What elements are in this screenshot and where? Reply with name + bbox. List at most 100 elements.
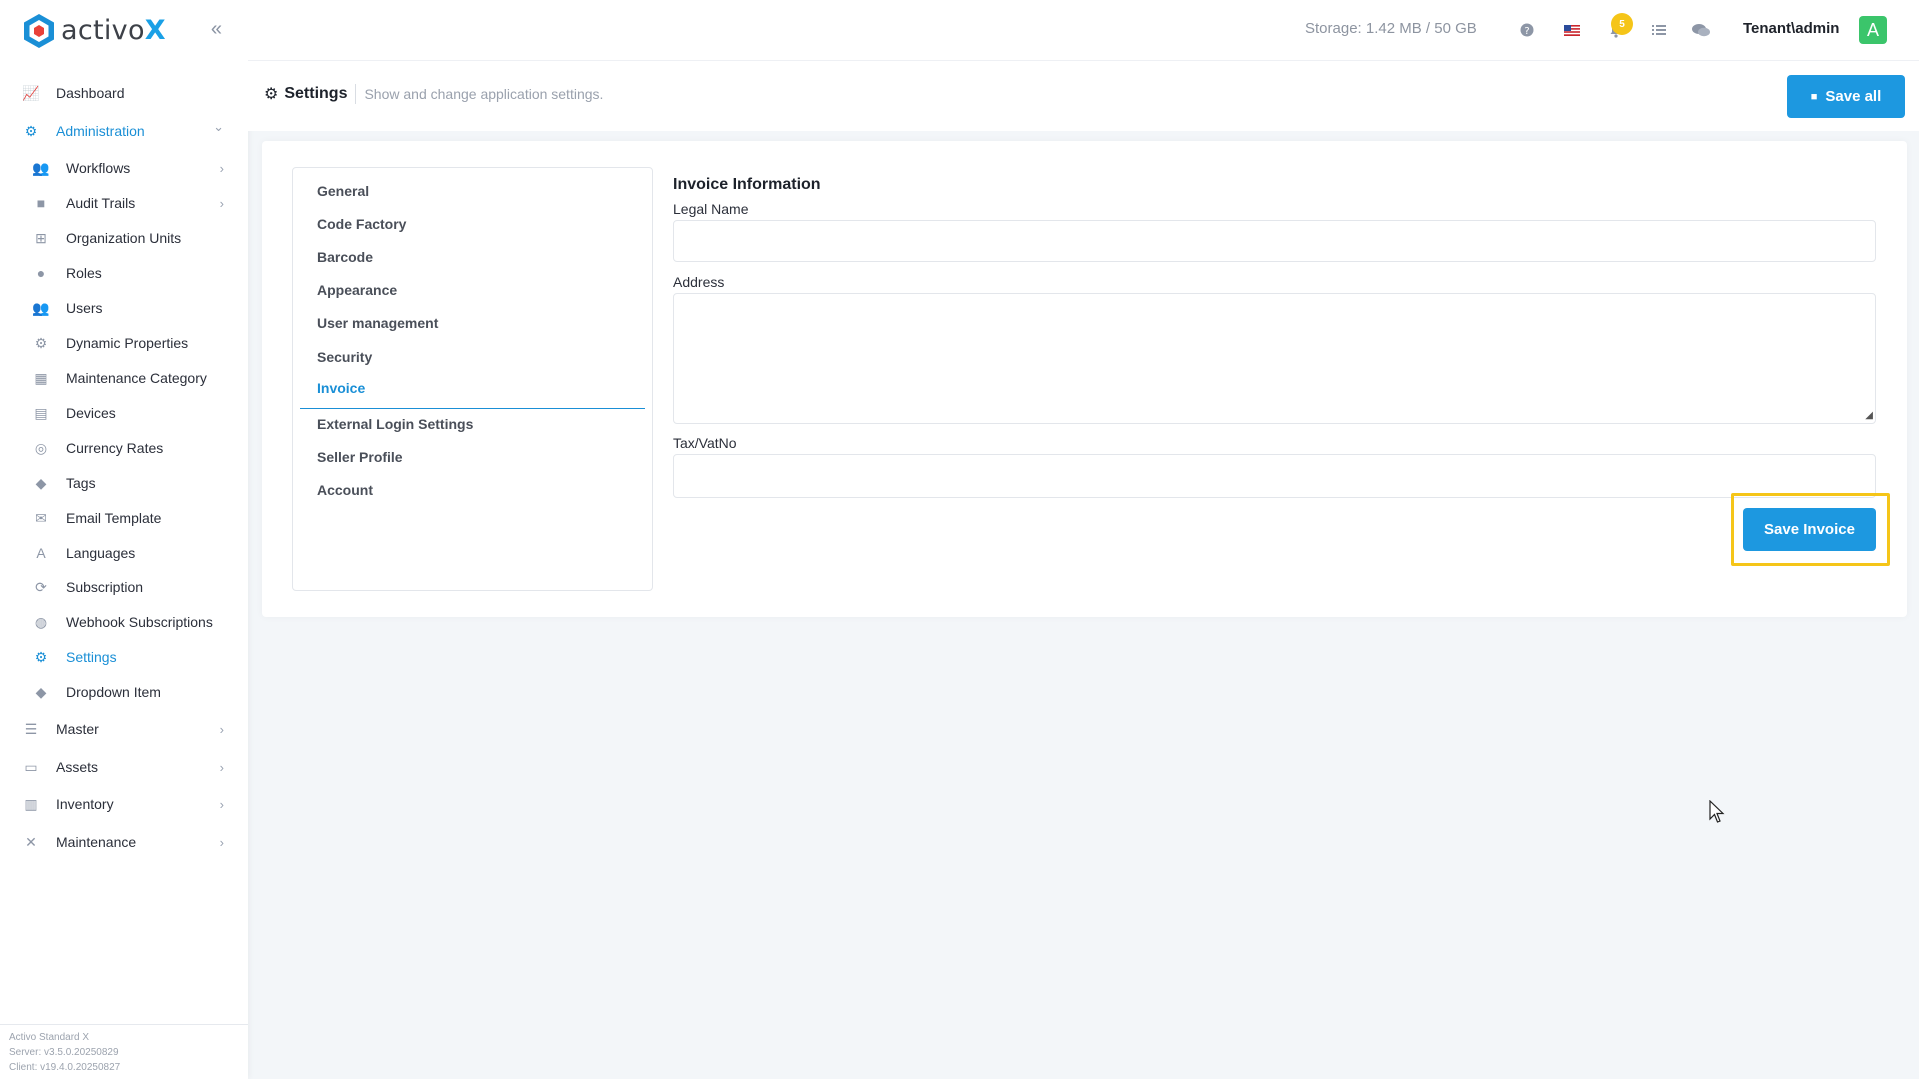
svg-text:?: ?	[1524, 26, 1529, 37]
tab-account[interactable]: Account	[300, 469, 645, 510]
sidebar-item-audit-trails[interactable]: ■ Audit Trails ›	[0, 188, 248, 218]
sidebar-item-email-template[interactable]: ✉ Email Template	[0, 503, 248, 533]
sidebar-item-label: Dashboard	[56, 85, 125, 101]
sidebar-item-master[interactable]: ☰ Master ›	[0, 714, 248, 744]
sidebar-item-label: Email Template	[66, 510, 162, 526]
sidebar-item-label: Assets	[56, 759, 99, 775]
settings-tabs: General Code Factory Barcode Appearance User…	[292, 167, 653, 591]
sidebar-item-assets[interactable]: ▭ Assets ›	[0, 752, 248, 782]
sidebar-item-label: Currency Rates	[66, 440, 164, 456]
sidebar-item-label: Dynamic Properties	[66, 335, 189, 351]
sidebar-item-maintenance[interactable]: ✕ Maintenance ›	[0, 827, 248, 857]
sidebar-item-label: Administration	[56, 123, 145, 139]
sidebar-item-dynamic-properties[interactable]: ⚙ Dynamic Properties	[0, 328, 248, 358]
sidebar-item-roles[interactable]: ● Roles	[0, 258, 248, 288]
title-separator	[355, 84, 357, 104]
sidebar-item-workflows[interactable]: 👥 Workflows ›	[0, 153, 248, 183]
envelope-icon: ✉	[35, 509, 47, 526]
sidebar-item-dashboard[interactable]: 📈 Dashboard	[0, 78, 248, 108]
cogs-icon: ⚙	[24, 122, 38, 139]
sidebar-item-label: Devices	[66, 405, 116, 421]
sidebar-item-administration[interactable]: ⚙ Administration ⌄	[0, 116, 248, 146]
sidebar-item-settings[interactable]: ⚙ Settings	[0, 642, 248, 672]
warehouse-icon: ▥	[24, 795, 38, 812]
settings-gear-icon: ⚙	[264, 86, 279, 103]
section-title: Invoice Information	[673, 176, 821, 193]
users-icon: 👥	[32, 299, 50, 316]
tax-vatno-input[interactable]	[673, 454, 1876, 498]
laptop-icon: ▭	[24, 758, 38, 775]
users-icon: 👥	[32, 159, 50, 176]
sidebar-item-currency-rates[interactable]: ◎ Currency Rates	[0, 433, 248, 463]
sidebar-item-label: Webhook Subscriptions	[66, 614, 213, 630]
grid-icon: ▦	[34, 369, 48, 386]
save-all-button[interactable]: ■ Save all	[1787, 75, 1905, 118]
chevron-right-icon: ›	[219, 759, 224, 775]
legal-name-label: Legal Name	[673, 201, 749, 217]
avatar[interactable]: A	[1859, 16, 1887, 44]
sidebar-item-tags[interactable]: ◆ Tags	[0, 468, 248, 498]
sitemap-icon: ⊞	[35, 229, 47, 246]
task-list-icon[interactable]	[1649, 20, 1669, 40]
sidebar-item-languages[interactable]: A Languages	[0, 538, 248, 568]
sidebar: activoX « 📈 Dashboard ⚙ Administration ⌄ 👥 Wor…	[0, 0, 248, 1079]
sidebar-item-label: Workflows	[66, 160, 131, 176]
chevron-right-icon: ›	[219, 721, 224, 737]
coins-icon: ◎	[34, 439, 48, 456]
chart-line-icon: 📈	[22, 84, 40, 101]
version-info: Activo Standard X Server: v3.5.0.2025082…	[0, 1024, 248, 1079]
sidebar-item-organization-units[interactable]: ⊞ Organization Units	[0, 223, 248, 253]
user-lock-icon: ●	[36, 265, 46, 281]
sidebar-item-devices[interactable]: ▤ Devices	[0, 398, 248, 428]
tools-icon: ✕	[25, 833, 37, 850]
legal-name-input[interactable]	[673, 220, 1876, 262]
address-textarea[interactable]	[673, 293, 1876, 424]
chevron-down-icon: ⌄	[213, 119, 224, 134]
cog-icon: ⚙	[34, 334, 48, 351]
sidebar-item-webhook-subscriptions[interactable]: ◍ Webhook Subscriptions	[0, 607, 248, 637]
activox-logo-icon	[22, 13, 56, 49]
database-icon: ☰	[24, 720, 38, 737]
page-subheader: ⚙ Settings Show and change application s…	[248, 61, 1919, 131]
sidebar-item-label: Roles	[66, 265, 102, 281]
collapse-sidebar-icon[interactable]: «	[211, 18, 222, 41]
client-version: Client: v19.4.0.20250827	[9, 1062, 121, 1073]
chevron-right-icon: ›	[219, 834, 224, 850]
tax-vatno-label: Tax/VatNo	[673, 435, 737, 451]
resize-handle-icon[interactable]: ◢	[1865, 410, 1873, 421]
sidebar-item-label: Maintenance Category	[66, 370, 207, 386]
sync-icon: ⟳	[35, 578, 47, 595]
sidebar-item-label: Audit Trails	[66, 195, 136, 211]
us-flag-icon[interactable]	[1562, 20, 1582, 40]
sidebar-item-maintenance-category[interactable]: ▦ Maintenance Category	[0, 363, 248, 393]
globe-icon: ◍	[34, 613, 48, 630]
sidebar-item-label: Subscription	[66, 579, 144, 595]
folder-icon: ■	[36, 195, 46, 211]
brand: activoX «	[0, 0, 248, 61]
help-icon[interactable]: ?	[1517, 20, 1537, 40]
cog-icon: ⚙	[34, 648, 48, 665]
sidebar-item-inventory[interactable]: ▥ Inventory ›	[0, 789, 248, 819]
sidebar-item-subscription[interactable]: ⟳ Subscription	[0, 572, 248, 602]
sidebar-item-label: Organization Units	[66, 230, 182, 246]
brand-name: activoX	[61, 15, 166, 46]
sidebar-item-label: Tags	[66, 475, 96, 491]
chevron-right-icon: ›	[219, 796, 224, 812]
printer-icon: ▤	[34, 404, 48, 421]
language-icon: A	[36, 545, 46, 561]
sidebar-item-label: Languages	[66, 545, 136, 561]
page-description: Show and change application settings.	[364, 86, 604, 102]
floppy-disk-icon: ■	[1810, 90, 1818, 103]
storage-usage: Storage: 1.42 MB / 50 GB	[1305, 20, 1477, 37]
save-all-label: Save all	[1825, 88, 1882, 105]
chat-icon[interactable]	[1691, 20, 1711, 40]
mouse-cursor-icon	[1709, 800, 1725, 823]
sidebar-item-label: Maintenance	[56, 834, 137, 850]
sidebar-item-label: Users	[66, 300, 103, 316]
chevron-right-icon: ›	[219, 160, 224, 176]
user-name[interactable]: Tenant\admin	[1743, 20, 1839, 37]
sidebar-item-users[interactable]: 👥 Users	[0, 293, 248, 323]
sidebar-item-dropdown-item[interactable]: ◆ Dropdown Item	[0, 677, 248, 707]
settings-card: General Code Factory Barcode Appearance User…	[262, 141, 1907, 617]
save-invoice-button[interactable]: Save Invoice	[1743, 508, 1876, 551]
